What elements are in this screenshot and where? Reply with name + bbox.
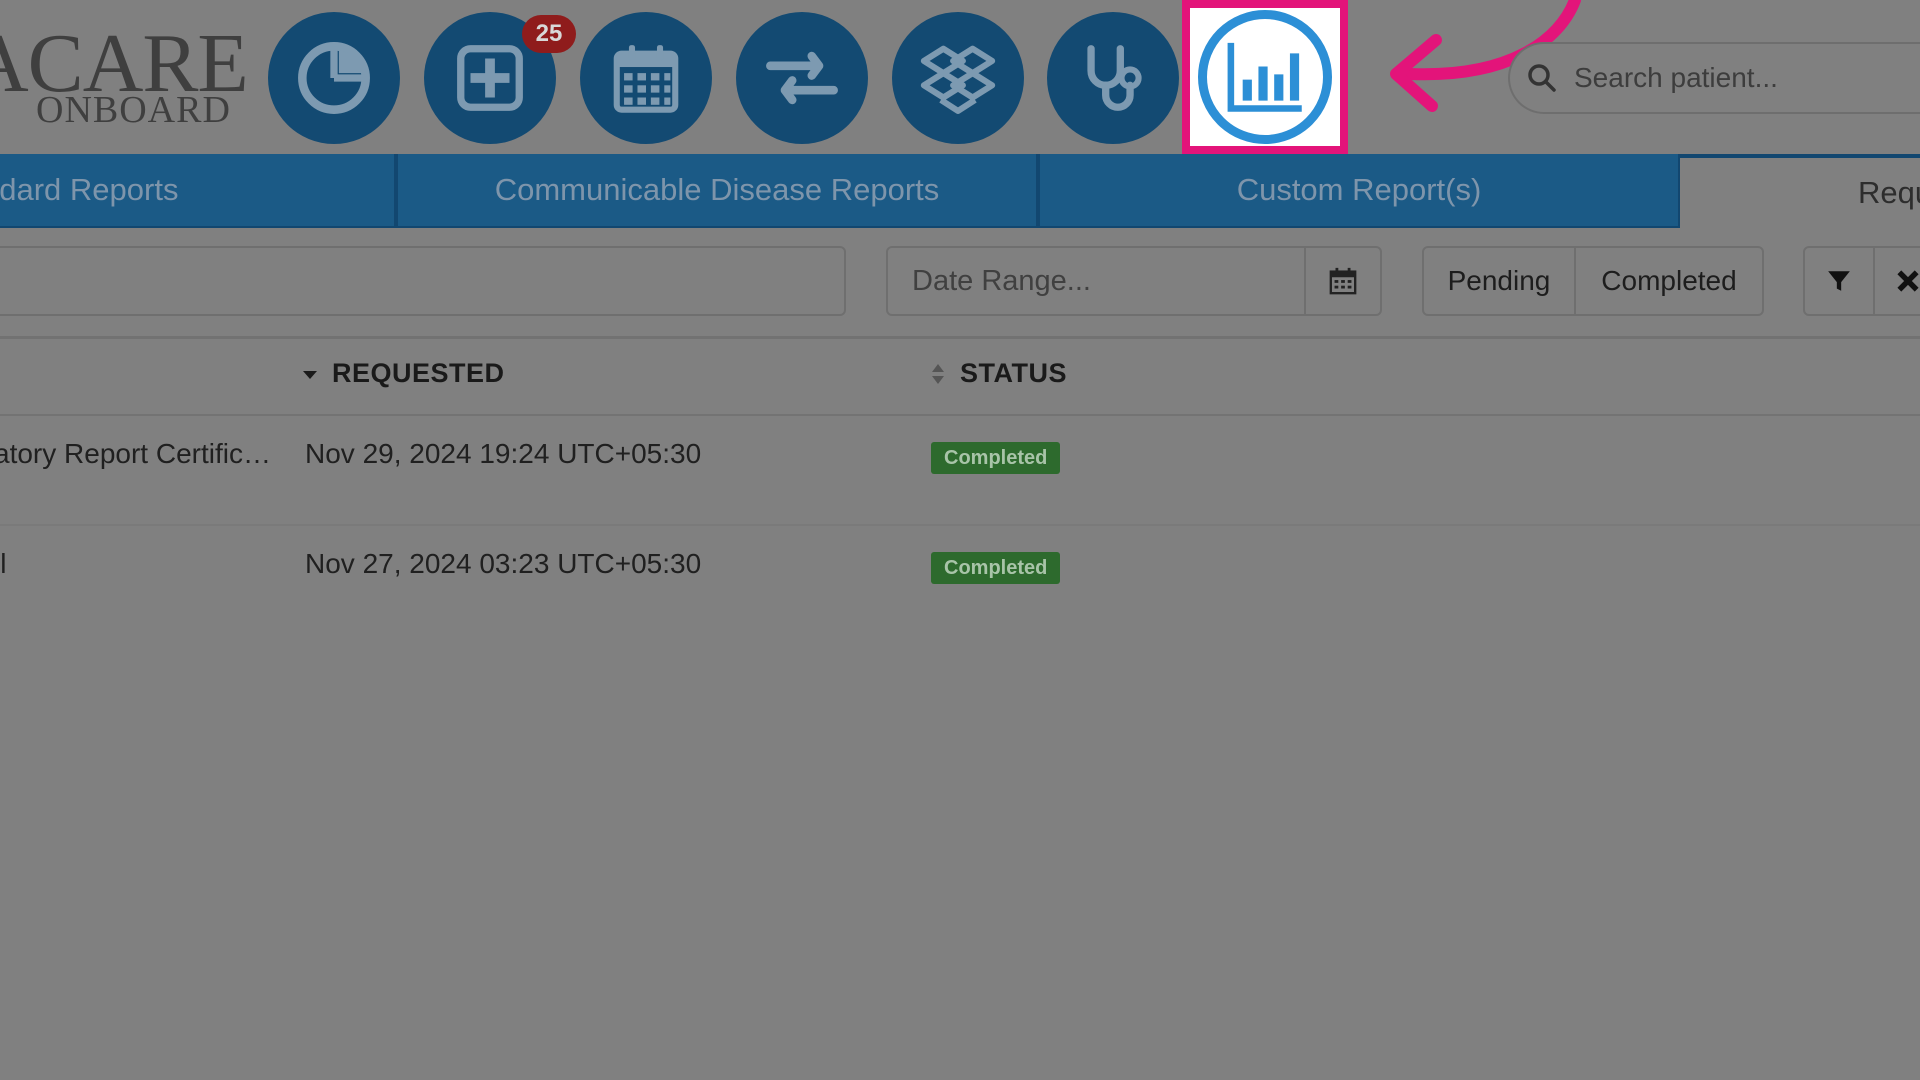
logo-sub-text: ONBOARD <box>36 89 231 131</box>
status-badge: Completed <box>931 552 1061 584</box>
date-range-field[interactable] <box>886 246 1306 316</box>
status-badge: Completed <box>931 442 1061 474</box>
clinical-button[interactable] <box>1047 12 1179 144</box>
tab-standard-reports[interactable]: ndard Reports <box>0 154 394 226</box>
dropbox-icon <box>920 45 996 114</box>
requested-date-cell: Nov 29, 2024 19:24 UTC+05:30 <box>305 438 702 469</box>
requested-date-cell: Nov 27, 2024 03:23 UTC+05:30 <box>305 548 702 579</box>
date-range-input[interactable] <box>912 264 1282 298</box>
bar-chart-icon <box>1227 42 1302 112</box>
reports-button[interactable] <box>1198 10 1332 144</box>
stethoscope-icon <box>1087 45 1142 111</box>
reports-button-highlight[interactable] <box>1182 0 1348 154</box>
report-tabs: ndard Reports Communicable Disease Repor… <box>0 154 1920 228</box>
calendar-icon <box>1329 267 1357 295</box>
filter-icon <box>1828 271 1850 291</box>
date-picker-button[interactable] <box>1304 246 1382 316</box>
tab-requested-reports[interactable]: Requ <box>1680 158 1920 228</box>
apply-filter-button[interactable] <box>1803 246 1875 316</box>
close-icon <box>1897 270 1919 292</box>
search-icon <box>1528 64 1556 92</box>
transfer-button[interactable] <box>736 12 868 144</box>
tab-custom-reports[interactable]: Custom Report(s) <box>1040 154 1678 226</box>
completed-filter-button[interactable]: Completed <box>1574 246 1764 316</box>
search-input[interactable] <box>1574 62 1920 94</box>
pending-filter-button[interactable]: Pending <box>1422 246 1576 316</box>
dropbox-button[interactable] <box>892 12 1024 144</box>
tab-communicable-disease-reports[interactable]: Communicable Disease Reports <box>398 154 1036 226</box>
table-row[interactable]: atory Report Certific… Nov 29, 2024 19:2… <box>0 416 1920 524</box>
exchange-arrows-icon <box>766 51 838 105</box>
pie-chart-icon <box>298 42 370 114</box>
calendar-icon <box>613 45 679 113</box>
report-name-cell: il <box>0 548 7 579</box>
column-header-status[interactable]: STATUS <box>930 358 1067 389</box>
calendar-button[interactable] <box>580 12 712 144</box>
sort-icon <box>932 363 944 384</box>
clear-filter-button[interactable] <box>1873 246 1920 316</box>
report-name-cell: atory Report Certific… <box>0 438 271 469</box>
report-name-filter[interactable] <box>0 246 846 316</box>
column-header-requested[interactable]: REQUESTED <box>302 358 505 389</box>
app-logo[interactable]: ACARE ONBOARD <box>0 22 245 132</box>
dashboard-button[interactable] <box>268 12 400 144</box>
plus-square-icon <box>457 45 523 111</box>
filter-divider <box>0 336 1920 339</box>
notification-badge: 25 <box>522 15 576 53</box>
table-row[interactable]: il Nov 27, 2024 03:23 UTC+05:30 Complete… <box>0 524 1920 632</box>
patient-search[interactable] <box>1508 42 1920 114</box>
sort-desc-icon <box>303 370 317 379</box>
